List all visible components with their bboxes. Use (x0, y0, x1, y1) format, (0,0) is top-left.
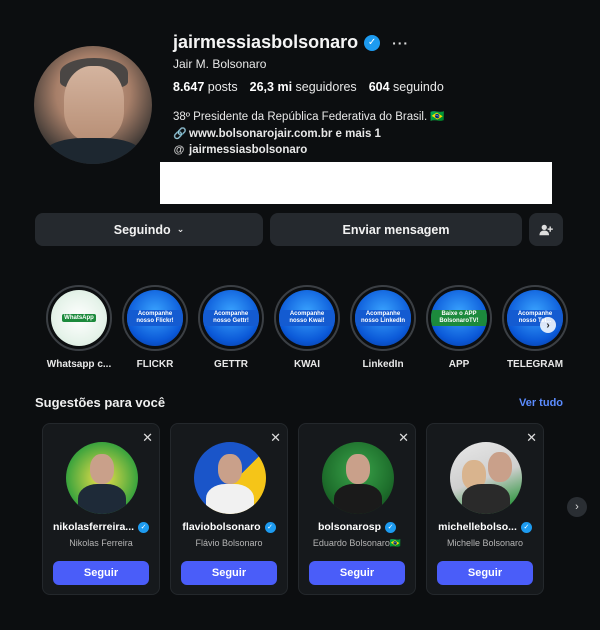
send-message-button[interactable]: Enviar mensagem (270, 213, 522, 246)
highlight-linkedin[interactable]: Acompanhe nosso LinkedIn LinkedIn (348, 285, 418, 370)
profile-full-name: Jair M. Bolsonaro (173, 57, 267, 71)
suggestion-username-row[interactable]: nikolasferreira... ✓ (43, 521, 159, 533)
redacted-area (160, 162, 552, 204)
highlight-telegram[interactable]: Acompanhe nosso Tel... TELEGRAM (500, 285, 570, 370)
highlight-tag: Acompanhe nosso Flickr! (127, 310, 183, 326)
close-icon[interactable]: ✕ (526, 430, 537, 446)
highlight-tag: Acompanhe nosso LinkedIn (355, 310, 411, 326)
suggestion-avatar[interactable] (450, 442, 522, 514)
suggestion-card: ✕ michellebolso... ✓ Michelle Bolsonaro … (426, 423, 544, 595)
verified-badge-icon: ✓ (364, 34, 381, 51)
threads-icon: @ (173, 144, 185, 156)
avatar-face (64, 66, 124, 141)
chevron-down-icon: ⌄ (176, 224, 185, 234)
link-icon: 🔗 (173, 128, 187, 140)
follow-button[interactable]: Seguir (181, 561, 277, 585)
profile-threads-link[interactable]: @ jairmessiasbolsonaro (173, 144, 308, 156)
posts-count: 8.647 posts (173, 80, 238, 94)
suggestions-next-chevron-icon[interactable]: › (567, 497, 587, 517)
suggestion-name: Nikolas Ferreira (69, 538, 133, 548)
verified-badge-icon: ✓ (520, 521, 532, 533)
suggestion-avatar[interactable] (66, 442, 138, 514)
suggestion-avatar[interactable] (194, 442, 266, 514)
highlight-label: TELEGRAM (506, 359, 564, 370)
suggestion-card: ✕ nikolasferreira... ✓ Nikolas Ferreira … (42, 423, 160, 595)
following-button[interactable]: Seguindo ⌄ (35, 213, 263, 246)
follow-button[interactable]: Seguir (437, 561, 533, 585)
suggestion-name: Michelle Bolsonaro (446, 538, 524, 548)
add-person-button[interactable] (529, 213, 563, 246)
highlight-label: FLICKR (136, 359, 174, 370)
highlight-label: APP (448, 359, 470, 370)
close-icon[interactable]: ✕ (142, 430, 153, 446)
highlight-flickr[interactable]: Acompanhe nosso Flickr! FLICKR (120, 285, 190, 370)
follow-button[interactable]: Seguir (309, 561, 405, 585)
see-all-link[interactable]: Ver tudo (519, 397, 563, 409)
profile-threads-text[interactable]: jairmessiasbolsonaro (189, 144, 307, 156)
highlight-tag: Baixe o APP BolsonaroTV! (431, 310, 487, 326)
highlight-tag: WhatsApp (62, 313, 96, 323)
suggestion-username-row[interactable]: michellebolso... ✓ (427, 521, 543, 533)
more-options-icon[interactable]: ··· (392, 35, 409, 51)
add-person-icon (539, 224, 553, 235)
highlight-label: GETTR (214, 359, 248, 370)
verified-badge-icon: ✓ (385, 521, 396, 533)
close-icon[interactable]: ✕ (398, 430, 409, 446)
highlight-label: KWAI (293, 359, 321, 370)
suggestion-name: Flávio Bolsonaro (195, 538, 263, 548)
avatar-suit (44, 138, 142, 164)
suggestion-avatar[interactable] (322, 442, 394, 514)
profile-username-row: jairmessiasbolsonaro ✓ ··· (173, 32, 409, 53)
following-count[interactable]: 604 seguindo (369, 80, 444, 94)
follow-button[interactable]: Seguir (53, 561, 149, 585)
suggestions-title: Sugestões para você (35, 395, 166, 410)
suggestion-username-row[interactable]: bolsonarosp ✓ (299, 521, 415, 533)
profile-website-link[interactable]: 🔗 www.bolsonarojair.com.br e mais 1 (173, 127, 381, 141)
highlight-kwai[interactable]: Acompanhe nosso Kwai! KWAI (272, 285, 342, 370)
highlight-tag: Acompanhe nosso Kwai! (279, 310, 335, 326)
highlight-tag: Acompanhe nosso Gettr! (203, 310, 259, 326)
highlights-next-chevron-icon[interactable]: › (540, 317, 556, 333)
profile-bio: 38º Presidente da República Federativa d… (173, 111, 445, 123)
suggestion-name: Eduardo Bolsonaro🇧🇷 (312, 538, 402, 548)
followers-count[interactable]: 26,3 mi seguidores (250, 80, 357, 94)
highlight-label: Whatsapp c... (46, 359, 112, 370)
highlight-whatsapp[interactable]: WhatsApp Whatsapp c... (44, 285, 114, 370)
suggestion-username-row[interactable]: flaviobolsonaro ✓ (171, 521, 287, 533)
highlight-label: LinkedIn (362, 359, 404, 370)
highlight-app[interactable]: Baixe o APP BolsonaroTV! APP (424, 285, 494, 370)
story-highlights: WhatsApp Whatsapp c... Acompanhe nosso F… (44, 285, 568, 375)
verified-badge-icon: ✓ (264, 521, 276, 533)
verified-badge-icon: ✓ (138, 521, 150, 533)
profile-stats: 8.647 posts 26,3 mi seguidores 604 segui… (173, 80, 444, 94)
suggestion-card: ✕ bolsonarosp ✓ Eduardo Bolsonaro🇧🇷 Segu… (298, 423, 416, 595)
suggestion-card: ✕ flaviobolsonaro ✓ Flávio Bolsonaro Seg… (170, 423, 288, 595)
profile-avatar[interactable] (34, 46, 152, 164)
close-icon[interactable]: ✕ (270, 430, 281, 446)
profile-username: jairmessiasbolsonaro (173, 32, 359, 52)
profile-website-text[interactable]: www.bolsonarojair.com.br e mais 1 (189, 128, 381, 140)
highlight-gettr[interactable]: Acompanhe nosso Gettr! GETTR (196, 285, 266, 370)
